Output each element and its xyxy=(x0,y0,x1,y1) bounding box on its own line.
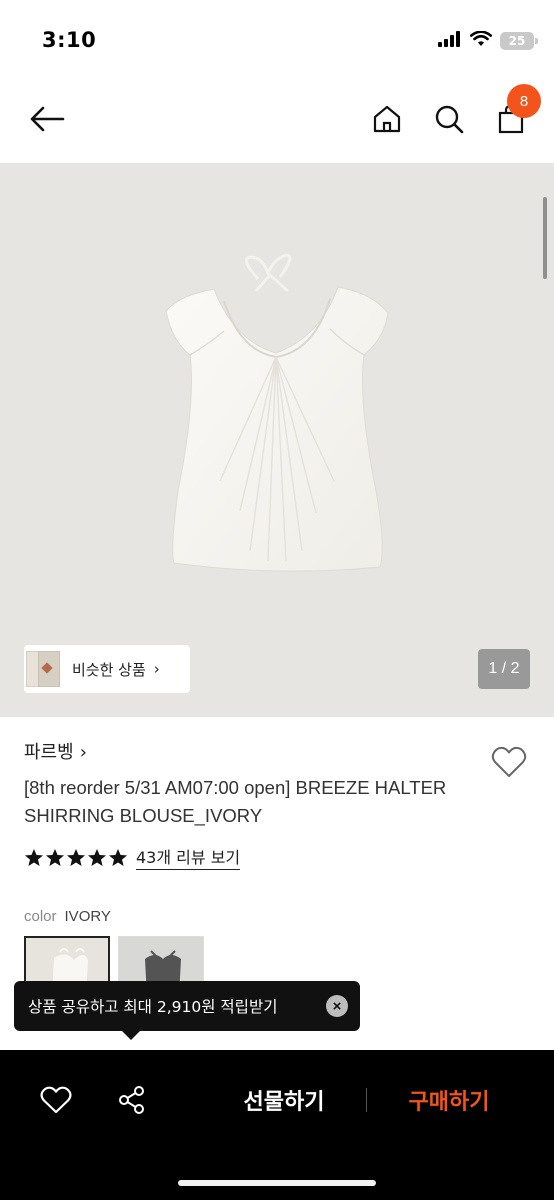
gift-button[interactable]: 선물하기 xyxy=(224,1082,344,1118)
back-arrow-icon[interactable] xyxy=(26,98,68,140)
chevron-right-icon: › xyxy=(79,742,87,763)
battery-icon: 25 xyxy=(500,32,538,50)
heart-icon[interactable] xyxy=(36,1080,76,1120)
wifi-icon xyxy=(469,30,493,51)
star-icon xyxy=(67,849,85,866)
product-image-gallery[interactable]: 비슷한 상품 › 1 / 2 xyxy=(0,163,554,717)
brand-name: 파르벵 xyxy=(24,742,74,763)
home-icon[interactable] xyxy=(366,98,408,140)
search-icon[interactable] xyxy=(428,98,470,140)
product-title: [8th reorder 5/31 AM07:00 open] BREEZE H… xyxy=(24,777,447,826)
status-icons: 25 xyxy=(438,30,538,52)
status-time: 3:10 xyxy=(42,28,97,52)
buy-button[interactable]: 구매하기 xyxy=(386,1082,512,1118)
divider xyxy=(366,1088,367,1112)
star-icon xyxy=(109,849,127,866)
home-indicator[interactable] xyxy=(178,1180,376,1186)
gallery-scrollbar[interactable] xyxy=(543,197,547,279)
star-icon xyxy=(25,849,43,866)
review-link[interactable]: 43개 리뷰 보기 xyxy=(136,847,241,870)
color-option-label: color IVORY xyxy=(24,908,111,925)
bottom-action-bar: 선물하기 구매하기 xyxy=(0,1050,554,1200)
status-bar: 3:10 25 xyxy=(0,0,554,78)
rating-stars xyxy=(24,848,128,868)
tooltip-text: 상품 공유하고 최대 2,910원 적립받기 xyxy=(28,998,278,1016)
star-icon xyxy=(46,849,64,866)
product-image xyxy=(165,253,389,572)
similar-products-thumbnail xyxy=(24,645,62,693)
rating-row: 43개 리뷰 보기 xyxy=(24,846,241,870)
top-nav xyxy=(0,78,554,162)
close-icon[interactable]: × xyxy=(326,995,348,1017)
color-label: color xyxy=(24,908,57,925)
brand-link[interactable]: 파르벵 › xyxy=(24,738,87,764)
cart-count-badge: 8 xyxy=(507,84,541,118)
share-icon[interactable] xyxy=(112,1080,152,1120)
share-reward-tooltip: 상품 공유하고 최대 2,910원 적립받기 × xyxy=(14,981,360,1031)
wishlist-heart-icon[interactable] xyxy=(490,744,528,780)
signal-icon xyxy=(438,31,462,51)
image-page-counter: 1 / 2 xyxy=(478,649,530,689)
similar-products-label: 비슷한 상품 xyxy=(72,660,146,679)
star-icon xyxy=(88,849,106,866)
selected-color-value: IVORY xyxy=(64,908,111,925)
tooltip-pointer xyxy=(122,1031,140,1040)
similar-products-button[interactable]: 비슷한 상품 › xyxy=(24,645,190,693)
chevron-right-icon: › xyxy=(153,660,160,678)
